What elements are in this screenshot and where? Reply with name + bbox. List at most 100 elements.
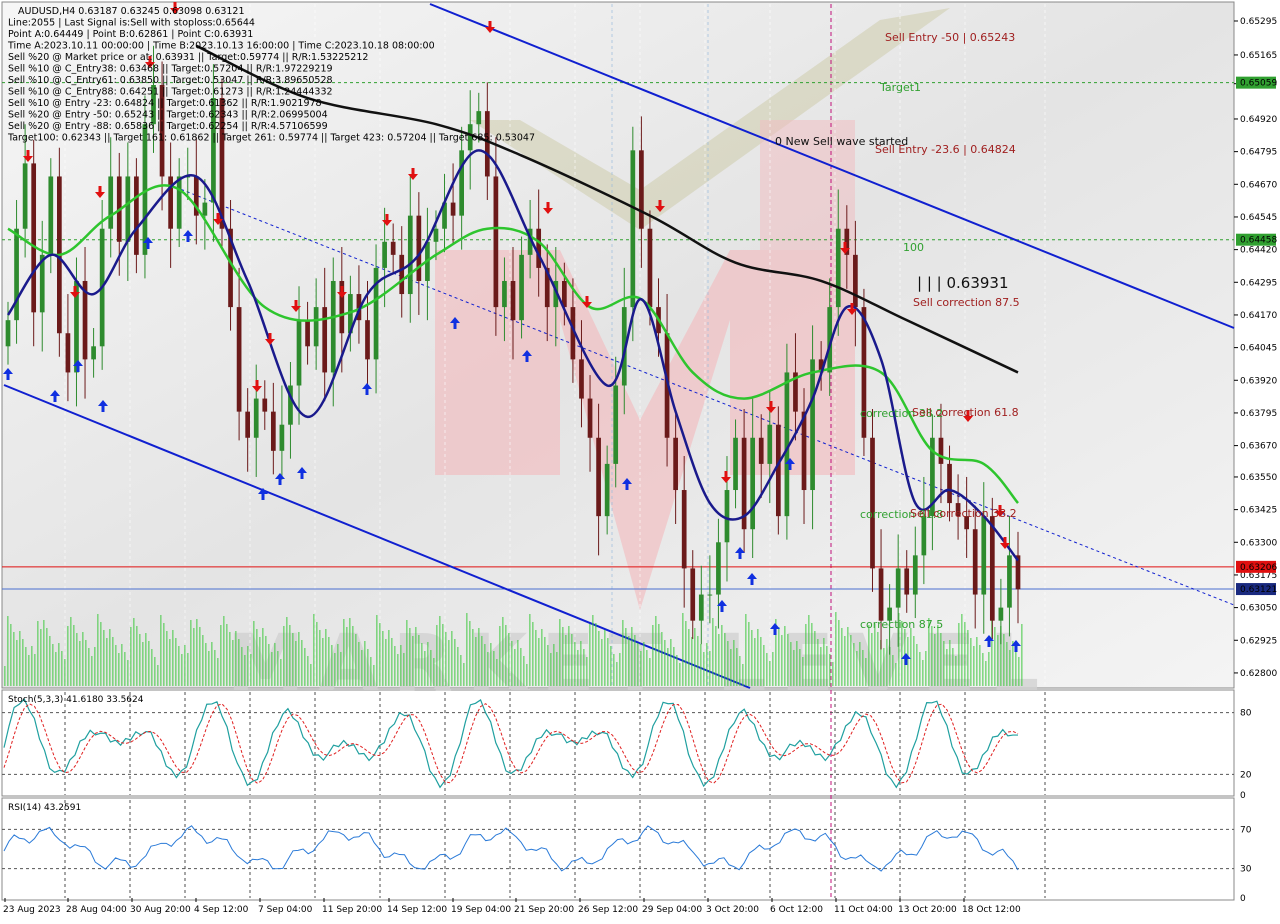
volume-bar <box>736 648 738 686</box>
volume-bar <box>832 662 834 686</box>
volume-bar <box>409 628 411 686</box>
candle-body <box>835 228 841 308</box>
candle-body <box>365 320 370 360</box>
candle-body <box>176 176 182 229</box>
volume-bar <box>79 641 81 686</box>
candle-body <box>810 359 815 491</box>
price-tick-label: 0.65165 <box>1240 51 1277 61</box>
volume-bar <box>700 644 702 686</box>
volume-bar <box>70 617 72 686</box>
candle-body <box>14 228 19 321</box>
volume-bar <box>10 624 12 686</box>
candle-body <box>639 150 644 229</box>
volume-bar <box>154 657 156 686</box>
volume-bar <box>505 625 507 686</box>
volume-bar <box>664 640 666 686</box>
volume-bar <box>370 657 372 686</box>
volume-bar <box>541 629 543 686</box>
chart-annotation: Sell correction 61.8 <box>912 406 1019 419</box>
candle-body <box>270 411 276 451</box>
volume-bar <box>163 623 165 686</box>
volume-bar <box>916 644 918 686</box>
price-tick-label: 0.63670 <box>1240 442 1277 452</box>
volume-bar <box>43 620 45 686</box>
info-line: Sell %20 @ Entry -50: 0.65243 || Target:… <box>8 110 328 121</box>
price-tick-label: 0.64795 <box>1240 148 1277 158</box>
volume-bar <box>385 639 387 686</box>
volume-bar <box>517 640 519 686</box>
volume-bar <box>595 623 597 686</box>
volume-bar <box>715 626 717 686</box>
rsi-pane[interactable] <box>1 797 1235 901</box>
candle-body <box>382 241 387 268</box>
volume-bar <box>652 625 654 686</box>
time-tick-label: 30 Aug 20:00 <box>130 905 191 915</box>
info-line: Sell %20 @ Entry -88: 0.65836 || Target:… <box>8 121 328 132</box>
volume-bar <box>136 626 138 686</box>
volume-bar <box>259 637 261 686</box>
candle-body <box>134 176 139 255</box>
volume-bar <box>436 625 438 686</box>
volume-bar <box>322 638 324 686</box>
volume-bar <box>766 653 768 686</box>
time-axis[interactable]: 23 Aug 2023 28 Aug 04:00 30 Aug 20:00 4 Sep… <box>3 898 1021 915</box>
volume-bar <box>250 654 252 686</box>
volume-bar <box>415 627 417 686</box>
candle-body <box>65 333 71 373</box>
volume-bar <box>562 627 564 686</box>
volume-bar <box>1009 650 1011 686</box>
volume-bar <box>256 629 258 686</box>
price-tick-label: 0.64170 <box>1240 311 1277 321</box>
volume-bar <box>427 642 429 686</box>
volume-bar <box>109 629 111 686</box>
volume-bar <box>883 648 885 686</box>
volume-bar <box>403 653 405 686</box>
volume-bar <box>838 620 840 686</box>
volume-bar <box>472 629 474 686</box>
volume-bar <box>394 646 396 686</box>
volume-bar <box>709 651 711 686</box>
price-tick-label: 0.63795 <box>1240 409 1277 419</box>
volume-bar <box>424 651 426 686</box>
volume-bar <box>346 627 348 686</box>
volume-bar <box>118 653 120 686</box>
candle-body <box>630 150 636 308</box>
candle-body <box>750 437 756 530</box>
candle-body <box>767 424 773 464</box>
price-axis[interactable]: 0.652950.651650.650550.649200.647950.646… <box>1234 17 1277 679</box>
volume-bar <box>616 662 618 686</box>
volume-bar <box>565 635 567 686</box>
volume-bar <box>217 658 219 686</box>
volume-bar <box>676 655 678 686</box>
volume-bar <box>1012 641 1014 686</box>
volume-bar <box>778 627 780 686</box>
volume-bar <box>274 643 276 686</box>
trading-chart[interactable]: MARKET LEVEL Sell Entry -50 | 0.65243Tar… <box>0 0 1280 920</box>
volume-bar <box>730 649 732 686</box>
volume-bar <box>931 626 933 686</box>
volume-bar <box>238 639 240 686</box>
candle-body <box>202 202 208 216</box>
volume-bar <box>568 626 570 686</box>
chart-annotation: Target1 <box>879 81 921 94</box>
info-line: AUDUSD,H4 0.63187 0.63245 0.63098 0.6312… <box>18 6 245 17</box>
volume-bar <box>1018 657 1020 686</box>
volume-bar <box>748 622 750 686</box>
volume-bar <box>34 654 36 686</box>
candle-body <box>596 437 601 517</box>
volume-bar <box>604 630 606 686</box>
candle-body <box>921 516 927 556</box>
volume-bar <box>649 658 651 686</box>
candle-body <box>587 398 593 438</box>
volume-bar <box>304 648 306 686</box>
time-tick-label: 23 Aug 2023 <box>3 905 61 915</box>
time-tick-label: 14 Sep 12:00 <box>387 905 447 915</box>
volume-bar <box>175 638 177 686</box>
volume-bar <box>814 631 816 686</box>
volume-bar <box>628 636 630 686</box>
volume-bar <box>88 648 90 686</box>
price-tick-label: 0.64420 <box>1240 246 1277 256</box>
volume-bar <box>379 623 381 686</box>
volume-bar <box>1006 642 1008 686</box>
candle-body <box>947 463 952 504</box>
